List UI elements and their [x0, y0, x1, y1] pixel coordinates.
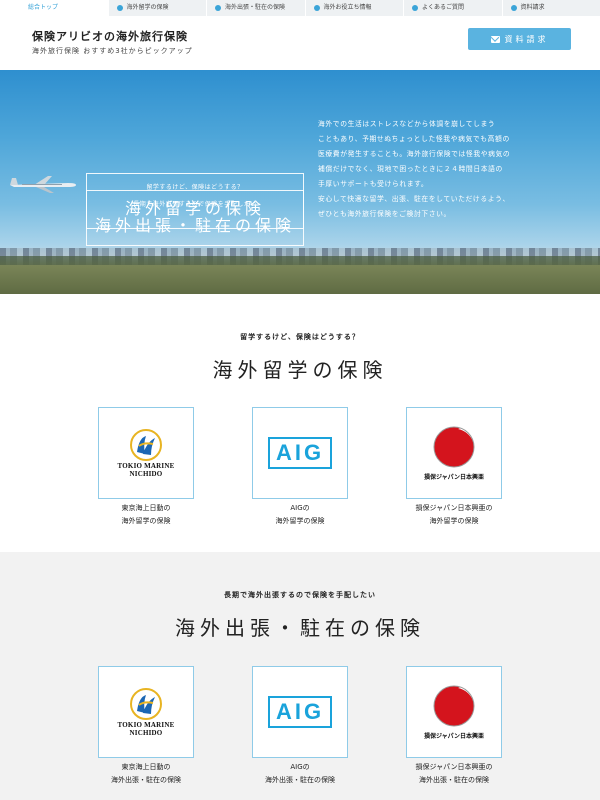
request-button-label: 資料請求	[504, 34, 549, 44]
card-label-line: 東京海上日動の	[121, 504, 171, 512]
study-section-sub: 留学するけど、保険はどうする？	[240, 333, 360, 341]
sompo-japan-business-label[interactable]: 損保ジャパン日本興亜の 海外出張・駐在の保険	[394, 761, 514, 787]
tokio-marine-business-card[interactable]: TOKIO MARINE NICHIDO	[98, 666, 194, 758]
business-section-sub: 長期で海外出張するので保険を手配したい	[224, 591, 376, 599]
hero-text-line: 医療費が発生することも。海外旅行保険では怪我や病気の	[318, 150, 511, 158]
tokio-logo-text-1: TOKIO MARINE	[117, 462, 175, 470]
business-box-sub: 長期で海外出張するので保険を手配したい	[133, 201, 257, 208]
business-section-title: 海外出張・駐在の保険	[175, 616, 425, 640]
nav-label: 資料請求	[520, 4, 545, 11]
hero-banner: 留学するけど、保険はどうする？ 海外留学の保険 長期で海外出張するので保険を手配…	[0, 70, 600, 294]
nav-item-home[interactable]: 総合トップ	[0, 0, 109, 16]
nav-bullet-icon	[215, 5, 221, 11]
card-label-line: 海外出張・駐在の保険	[111, 776, 181, 784]
sompo-japan-study-card[interactable]: 損保ジャパン日本興亜	[406, 407, 502, 499]
site-header: 保険アリビオの海外旅行保険 海外旅行保険 おすすめ3社からピックアップ 資料請求	[0, 16, 600, 70]
nav-item-tips[interactable]: 海外お役立ち情報	[306, 0, 404, 16]
top-nav: 総合トップ 海外留学の保険 海外出張・駐在の保険 海外お役立ち情報 よくあるご質…	[0, 0, 600, 16]
sompo-japan-logo: 損保ジャパン日本興亜	[424, 684, 484, 740]
nav-label: 総合トップ	[28, 4, 59, 11]
tokio-marine-emblem-icon	[129, 688, 162, 720]
nav-item-business[interactable]: 海外出張・駐在の保険	[207, 0, 306, 16]
tokio-logo-text-2: NICHIDO	[129, 729, 163, 737]
sompo-japan-logo: 損保ジャパン日本興亜	[424, 425, 484, 481]
card-label-line: 海外留学の保険	[275, 517, 325, 525]
runway-image	[0, 265, 600, 294]
tokio-marine-business-label[interactable]: 東京海上日動の 海外出張・駐在の保険	[86, 761, 206, 787]
study-section-title: 海外留学の保険	[212, 358, 388, 382]
request-brochure-button[interactable]: 資料請求	[468, 28, 571, 50]
tokio-logo-text-1: TOKIO MARINE	[117, 721, 175, 729]
business-insurance-box[interactable]: 長期で海外出張するので保険を手配したい 海外出張・駐在の保険	[86, 190, 304, 246]
sompo-logo-text: 損保ジャパン日本興亜	[423, 474, 484, 481]
sompo-emblem-icon	[433, 426, 476, 468]
airplane-image	[10, 176, 76, 193]
hero-text-line: 手厚いサポートも受けられます。	[318, 180, 429, 188]
card-label-line: 海外出張・駐在の保険	[419, 776, 489, 784]
site-title[interactable]: 保険アリビオの海外旅行保険	[32, 28, 188, 44]
nav-label: 海外留学の保険	[126, 4, 169, 11]
aig-logo-text: AIG	[275, 440, 325, 465]
aig-logo: AIG	[268, 437, 332, 469]
tokio-marine-logo: TOKIO MARINE NICHIDO	[118, 428, 175, 478]
hero-text-line: 安心して快適な留学、出張、駐在をしていただけるよう、	[318, 195, 510, 203]
card-label-line: AIGの	[290, 504, 310, 512]
nav-item-request[interactable]: 資料請求	[503, 0, 600, 16]
card-label-line: 損保ジャパン日本興亜の	[415, 763, 493, 771]
nav-bullet-icon	[412, 5, 418, 11]
nav-label: よくあるご質問	[422, 4, 465, 11]
card-label-line: 海外出張・駐在の保険	[265, 776, 335, 784]
tokio-marine-emblem-icon	[129, 429, 162, 461]
nav-item-faq[interactable]: よくあるご質問	[404, 0, 503, 16]
sompo-emblem-icon	[433, 685, 476, 727]
nav-label: 海外お役立ち情報	[323, 4, 372, 11]
nav-item-study[interactable]: 海外留学の保険	[109, 0, 207, 16]
sompo-japan-study-label[interactable]: 損保ジャパン日本興亜の 海外留学の保険	[394, 502, 514, 528]
study-section: 留学するけど、保険はどうする？ 海外留学の保険 TOKIO MARINE NIC…	[0, 294, 600, 552]
hero-text-line: こともあり、予期せぬちょっとした怪我や病気でも高額の	[318, 135, 510, 143]
tokio-marine-study-card[interactable]: TOKIO MARINE NICHIDO	[98, 407, 194, 499]
mail-icon	[490, 35, 500, 43]
tokio-marine-study-label[interactable]: 東京海上日動の 海外留学の保険	[86, 502, 206, 528]
hero-text-line: ぜひとも海外旅行保険をご検討下さい。	[318, 210, 451, 218]
card-label-line: 海外留学の保険	[429, 517, 479, 525]
tokio-logo-text-2: NICHIDO	[129, 470, 163, 478]
sompo-japan-business-card[interactable]: 損保ジャパン日本興亜	[406, 666, 502, 758]
nav-label: 海外出張・駐在の保険	[225, 4, 286, 11]
tokio-marine-logo: TOKIO MARINE NICHIDO	[118, 687, 175, 737]
card-label-line: AIGの	[290, 763, 310, 771]
card-label-line: 損保ジャパン日本興亜の	[415, 504, 493, 512]
aig-logo: AIG	[268, 696, 332, 728]
hero-text-line: 補償だけでなく、現地で困ったときに２４時間日本語の	[318, 165, 503, 173]
aig-study-label[interactable]: AIGの 海外留学の保険	[240, 502, 360, 528]
nav-bullet-icon	[313, 5, 320, 11]
business-box-title: 海外出張・駐在の保険	[94, 216, 295, 235]
card-label-line: 東京海上日動の	[121, 763, 171, 771]
hero-description: 海外での生活はストレスなどから体調を崩してしまう こともあり、予期せぬちょっとし…	[318, 117, 580, 222]
aig-logo-text: AIG	[275, 699, 325, 724]
business-section: 長期で海外出張するので保険を手配したい 海外出張・駐在の保険 TOKIO MAR…	[0, 552, 600, 800]
card-label-line: 海外留学の保険	[121, 517, 171, 525]
aig-study-card[interactable]: AIG	[252, 407, 348, 499]
nav-bullet-icon	[510, 5, 517, 11]
aig-business-card[interactable]: AIG	[252, 666, 348, 758]
hero-text-line: 海外での生活はストレスなどから体調を崩してしまう	[318, 120, 496, 128]
aig-business-label[interactable]: AIGの 海外出張・駐在の保険	[240, 761, 360, 787]
sompo-logo-text: 損保ジャパン日本興亜	[423, 733, 484, 740]
nav-bullet-icon	[116, 5, 123, 11]
site-subtitle: 海外旅行保険 おすすめ3社からピックアップ	[32, 47, 193, 55]
